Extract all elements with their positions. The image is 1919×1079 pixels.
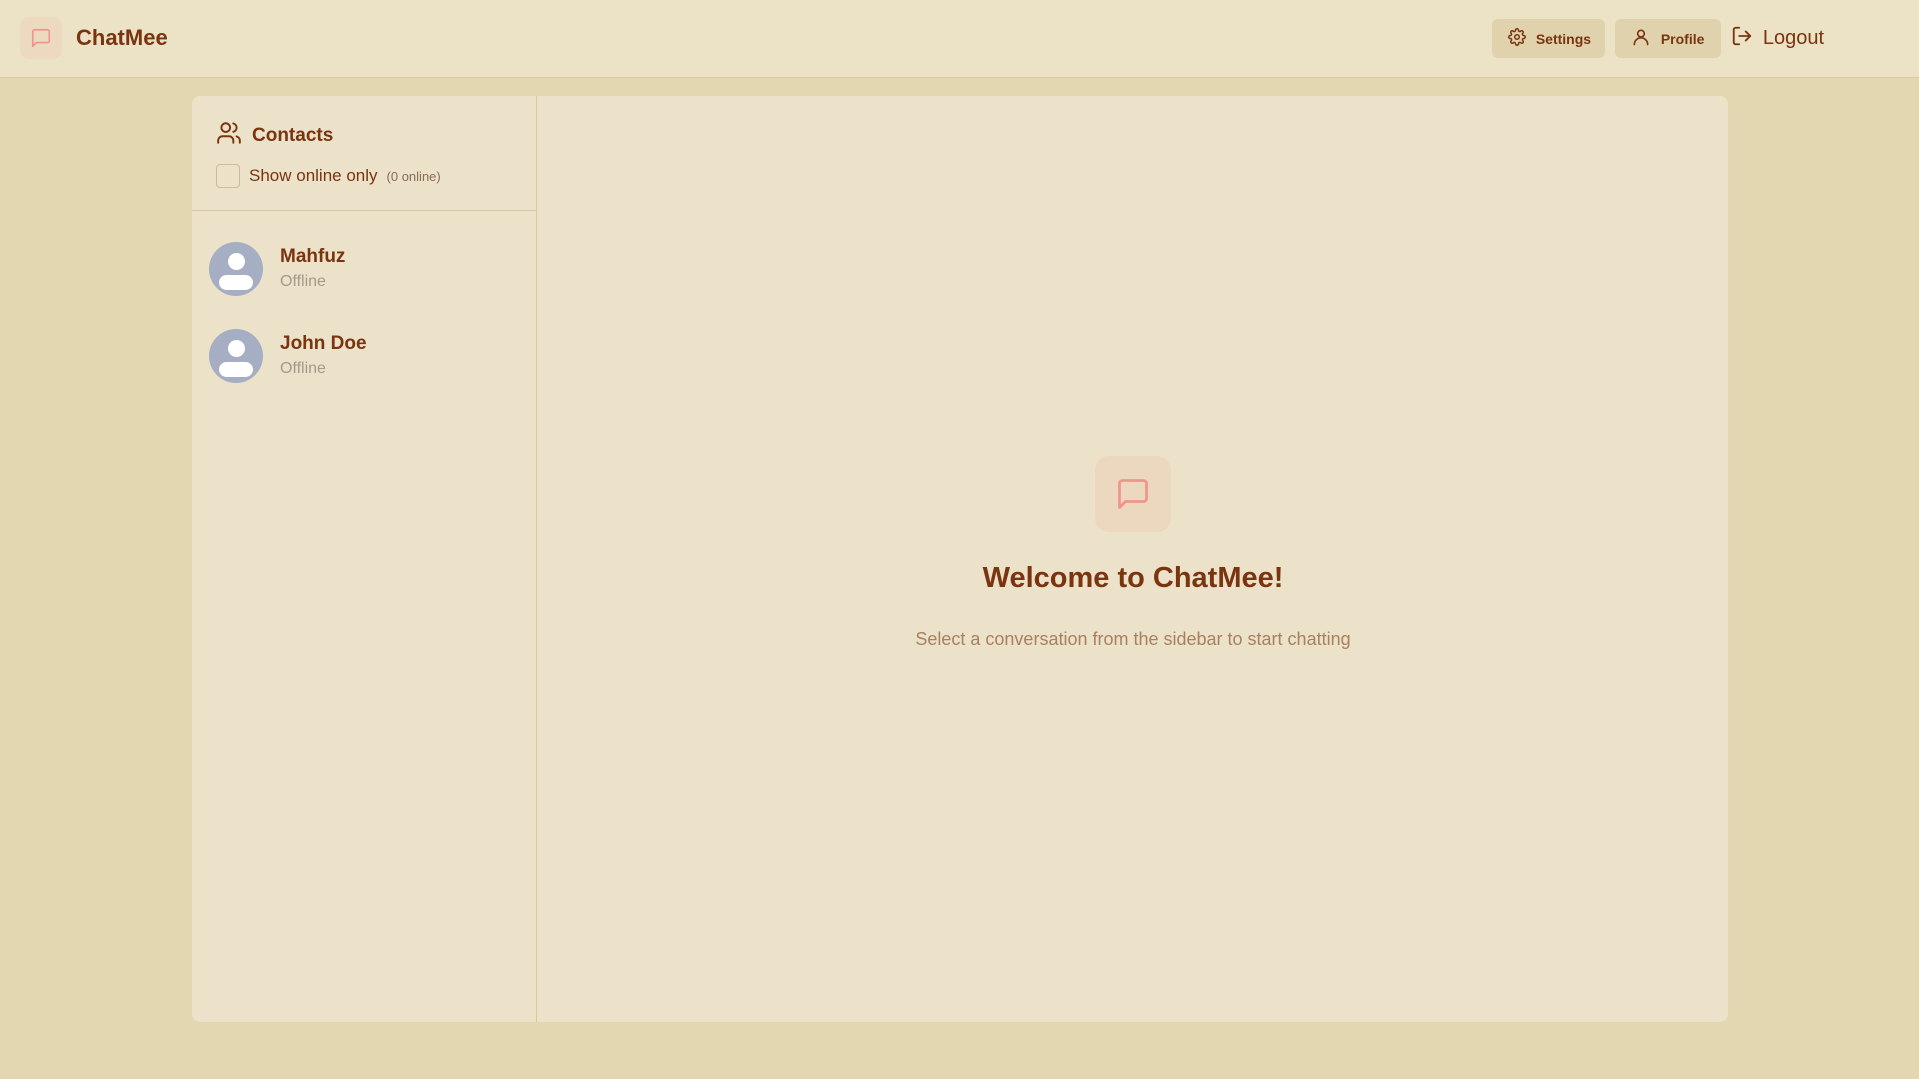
users-icon [216, 120, 242, 151]
message-square-icon [20, 17, 62, 59]
brand-name: ChatMee [76, 25, 168, 50]
contact-status: Offline [280, 360, 326, 377]
contact-item[interactable]: John Doe Offline [192, 312, 536, 399]
profile-button[interactable]: Profile [1614, 19, 1721, 58]
user-icon [1631, 27, 1651, 50]
show-online-label[interactable]: Show online only [249, 166, 378, 186]
settings-button[interactable]: Settings [1491, 19, 1605, 58]
welcome-title: Welcome to ChatMee! [982, 562, 1284, 594]
contact-item[interactable]: Mahfuz Offline [192, 225, 536, 312]
contact-name: John Doe [280, 333, 367, 354]
show-online-checkbox[interactable] [216, 164, 240, 188]
contact-status: Offline [280, 273, 326, 290]
welcome-panel: Welcome to ChatMee! Select a conversatio… [538, 96, 1728, 1022]
gear-icon [1507, 28, 1526, 49]
contact-name: Mahfuz [280, 246, 346, 267]
logout-label: Logout [1762, 27, 1824, 49]
chat-container: Contacts Show online only (0 online) Mah… [192, 96, 1728, 1022]
online-filter: Show online only (0 online) [216, 164, 536, 188]
brand[interactable]: ChatMee [20, 17, 168, 59]
welcome-subtitle: Select a conversation from the sidebar t… [915, 629, 1351, 649]
nav-actions: Settings Profile Logout [1482, 19, 1824, 58]
online-count: (0 online) [386, 168, 441, 184]
contacts-title: Contacts [252, 124, 334, 146]
top-navbar: ChatMee Settings Profile Logout [0, 0, 1919, 78]
logout-button[interactable]: Logout [1731, 19, 1824, 58]
avatar [209, 328, 263, 383]
contact-list: Mahfuz Offline John Doe Offline [192, 211, 536, 399]
logout-icon [1731, 25, 1753, 53]
settings-label: Settings [1535, 30, 1592, 47]
sidebar-header: Contacts Show online only (0 online) [192, 96, 536, 211]
contacts-heading: Contacts [216, 120, 536, 151]
contacts-sidebar: Contacts Show online only (0 online) Mah… [192, 96, 537, 1022]
message-square-icon [1095, 456, 1171, 532]
avatar [209, 241, 263, 296]
profile-label: Profile [1660, 30, 1705, 47]
